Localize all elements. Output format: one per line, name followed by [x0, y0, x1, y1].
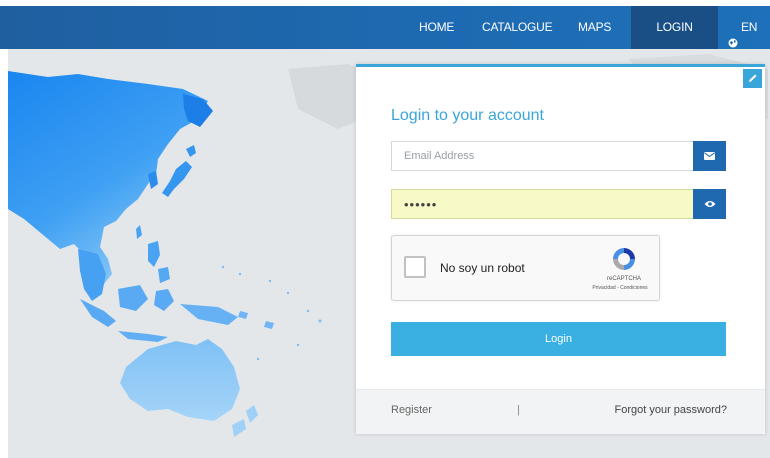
email-input[interactable]	[392, 142, 693, 170]
captcha-links[interactable]: Privacidad - Condiciones	[582, 285, 658, 291]
email-icon-button[interactable]	[693, 141, 726, 171]
nav-catalogue-link[interactable]: CATALOGUE	[482, 6, 553, 49]
register-link[interactable]: Register	[391, 404, 432, 416]
captcha-label: No soy un robot	[440, 261, 525, 275]
show-password-button[interactable]	[693, 189, 726, 219]
language-selector[interactable]: EN	[728, 6, 757, 49]
language-label: EN	[741, 20, 758, 34]
recaptcha-widget: No soy un robot reCAPTCHA Privacidad - C…	[391, 235, 660, 301]
login-card: Login to your account Email Address ••••…	[356, 64, 765, 434]
globe-icon	[728, 23, 738, 47]
captcha-brand: reCAPTCHA	[606, 276, 641, 282]
nav-home-link[interactable]: HOME	[419, 6, 454, 49]
card-footer: Register | Forgot your password?	[356, 389, 765, 434]
captcha-checkbox[interactable]	[404, 256, 426, 278]
password-input[interactable]	[392, 190, 693, 218]
email-field	[391, 141, 726, 171]
edit-button[interactable]	[743, 69, 762, 88]
top-navbar: HOME CATALOGUE MAPS LOGIN EN	[0, 6, 770, 49]
footer-separator: |	[517, 404, 520, 416]
nav-maps-link[interactable]: MAPS	[578, 6, 611, 49]
page: HOME CATALOGUE MAPS LOGIN EN Login to yo…	[0, 0, 770, 458]
pencil-icon	[748, 70, 758, 88]
login-button[interactable]: Login	[391, 322, 726, 356]
nav-login-link[interactable]: LOGIN	[631, 6, 718, 49]
forgot-password-link[interactable]: Forgot your password?	[615, 404, 728, 416]
password-field	[391, 189, 726, 219]
login-title: Login to your account	[391, 107, 544, 124]
eye-icon	[704, 195, 716, 213]
envelope-icon	[704, 147, 715, 165]
recaptcha-logo-icon	[610, 245, 638, 273]
